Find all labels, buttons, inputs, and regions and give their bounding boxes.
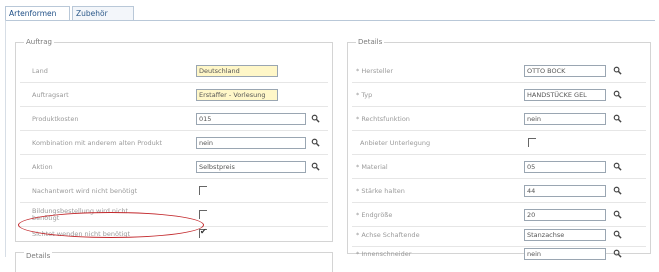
- hersteller-field[interactable]: OTTO BOCK: [524, 65, 606, 77]
- endgroesse-label: * Endgröße: [356, 211, 393, 219]
- typ-row: * Typ HANDSTÜCKE GEL: [348, 89, 650, 103]
- auftragsart-row: Auftragsart Erstaffer - Vorlesung: [16, 89, 332, 103]
- auftragsart-field[interactable]: Erstaffer - Vorlesung: [196, 89, 278, 101]
- magnifier-icon[interactable]: [613, 90, 622, 99]
- anbieter-label: Anbieter Unterlegung: [360, 139, 431, 147]
- land-label: Land: [32, 67, 48, 75]
- magnifier-icon[interactable]: [613, 249, 622, 258]
- nachantwort-checkbox[interactable]: [199, 186, 207, 195]
- rechtsfunktion-label: * Rechtsfunktion: [356, 115, 410, 123]
- material-label: * Material: [356, 163, 388, 171]
- staerke-field[interactable]: 44: [524, 185, 606, 197]
- tab-artenformen[interactable]: Artenformen: [5, 6, 70, 21]
- innenschneider-label: * Innenschneider: [356, 250, 412, 258]
- details-panel: Details * Hersteller OTTO BOCK * Typ HAN…: [347, 38, 651, 260]
- magnifier-icon[interactable]: [613, 186, 622, 195]
- rechtsfunktion-row: * Rechtsfunktion nein: [348, 113, 650, 127]
- magnifier-icon[interactable]: [613, 114, 622, 123]
- nachantwort-label: Nachantwort wird nicht benötigt: [32, 187, 138, 195]
- magnifier-icon[interactable]: [613, 162, 622, 171]
- endgroesse-field[interactable]: 20: [524, 209, 606, 221]
- auftragsart-label: Auftragsart: [32, 91, 69, 99]
- details-panel-legend: Details: [356, 38, 385, 46]
- kombination-label: Kombination mit anderem alten Produkt: [32, 139, 163, 147]
- aktion-label: Aktion: [32, 163, 53, 171]
- hersteller-label: * Hersteller: [356, 67, 394, 75]
- produktkosten-field[interactable]: 015: [196, 113, 306, 125]
- magnifier-icon[interactable]: [311, 114, 320, 123]
- staerke-label: * Stärke halten: [356, 187, 405, 195]
- tab-zubehoer[interactable]: Zubehör: [72, 6, 134, 20]
- kombination-field[interactable]: nein: [196, 137, 306, 149]
- typ-field[interactable]: HANDSTÜCKE GEL: [524, 89, 606, 101]
- details-bottom-panel: Details: [15, 252, 333, 272]
- land-row: Land Deutschland: [16, 65, 332, 79]
- endgroesse-row: * Endgröße 20: [348, 209, 650, 223]
- hersteller-row: * Hersteller OTTO BOCK: [348, 65, 650, 79]
- magnifier-icon[interactable]: [311, 138, 320, 147]
- details-bottom-legend: Details: [24, 252, 53, 260]
- aktion-field[interactable]: Selbstpreis: [196, 161, 306, 173]
- highlight-oval: [18, 212, 204, 238]
- anbieter-checkbox[interactable]: [528, 138, 536, 147]
- achse-field[interactable]: Stanzachse: [524, 229, 606, 241]
- material-field[interactable]: 05: [524, 161, 606, 173]
- land-field[interactable]: Deutschland: [196, 65, 278, 77]
- material-row: * Material 05: [348, 161, 650, 175]
- aktion-row: Aktion Selbstpreis: [16, 161, 332, 175]
- magnifier-icon[interactable]: [613, 66, 622, 75]
- kombination-row: Kombination mit anderem alten Produkt ne…: [16, 137, 332, 151]
- staerke-row: * Stärke halten 44: [348, 185, 650, 199]
- achse-label: * Achse Schaftende: [356, 231, 420, 239]
- achse-row: * Achse Schaftende Stanzachse: [348, 229, 650, 243]
- bildungsbestellung-checkbox[interactable]: [199, 210, 207, 219]
- magnifier-icon[interactable]: [311, 162, 320, 171]
- anbieter-row: Anbieter Unterlegung: [348, 137, 650, 151]
- auftrag-panel: Auftrag Land Deutschland Auftragsart Ers…: [15, 38, 333, 242]
- magnifier-icon[interactable]: [613, 230, 622, 239]
- typ-label: * Typ: [356, 91, 373, 99]
- rechtsfunktion-field[interactable]: nein: [524, 113, 606, 125]
- magnifier-icon[interactable]: [613, 210, 622, 219]
- auftrag-panel-legend: Auftrag: [24, 38, 54, 46]
- innenschneider-field[interactable]: nein: [524, 248, 606, 260]
- produktkosten-row: Produktkosten 015: [16, 113, 332, 127]
- sichtet-checkbox[interactable]: [199, 227, 207, 238]
- nachantwort-row: Nachantwort wird nicht benötigt: [16, 185, 332, 199]
- produktkosten-label: Produktkosten: [32, 115, 79, 123]
